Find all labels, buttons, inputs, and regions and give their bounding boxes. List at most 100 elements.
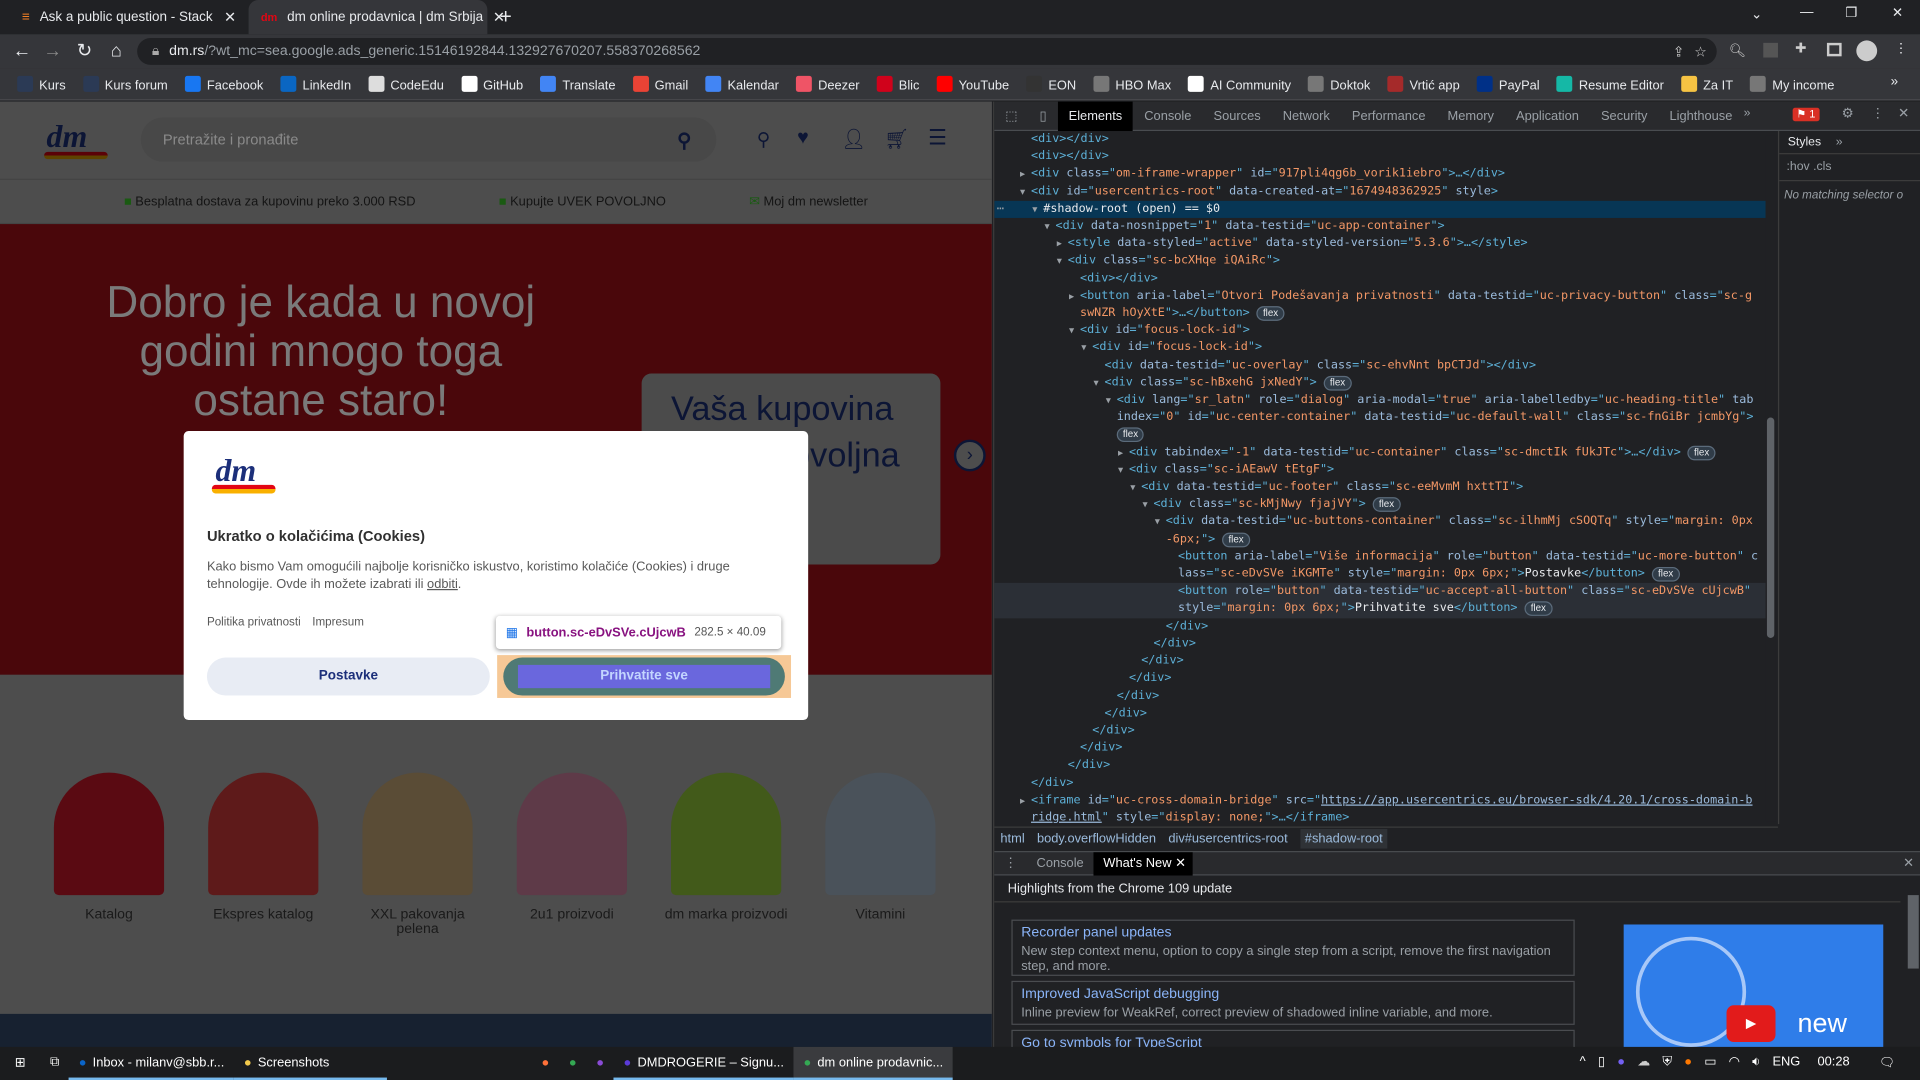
bookmark-item[interactable]: Kurs forum (82, 75, 168, 92)
dom-node[interactable]: <div></div> (994, 270, 1765, 287)
dom-node[interactable]: </div> (994, 653, 1765, 670)
language-indicator[interactable]: ENG (1772, 1054, 1800, 1070)
product-category[interactable]: Katalog (42, 772, 177, 922)
close-tab-icon[interactable]: ✕ (224, 9, 236, 26)
device-toolbar-icon[interactable]: ▯ (1028, 101, 1057, 130)
inspect-element-icon[interactable]: ⬚ (994, 101, 1028, 130)
bookmark-item[interactable]: CodeEdu (368, 75, 444, 92)
battery-icon[interactable]: ▭ (1704, 1054, 1716, 1070)
back-button[interactable]: ← (11, 40, 33, 62)
expanded-triangle-icon[interactable]: ▼ (1118, 461, 1123, 478)
bookmark-item[interactable]: AI Community (1188, 75, 1291, 92)
dom-node[interactable]: ▼ <div data-nosnippet="1" data-testid="uc… (994, 218, 1765, 235)
wifi-icon[interactable]: ◠ (1729, 1054, 1740, 1070)
bookmark-item[interactable]: My income (1750, 75, 1834, 92)
expanded-triangle-icon[interactable]: ▼ (1130, 479, 1135, 496)
flex-badge[interactable]: flex (1687, 445, 1716, 460)
close-drawer-icon[interactable]: ✕ (1903, 856, 1920, 871)
extensions-puzzle-icon[interactable]: ✚ (1795, 40, 1806, 57)
close-window-button[interactable]: ✕ (1892, 5, 1903, 21)
windows-start-icon[interactable]: ⊞ (0, 1047, 40, 1080)
dom-node[interactable]: <button aria-label="Više informacija" ro… (994, 548, 1765, 583)
devtools-tab-memory[interactable]: Memory (1437, 101, 1505, 130)
new-tab-button[interactable]: + (500, 5, 512, 29)
styles-filter[interactable]: :hov .cls (1779, 154, 1920, 182)
breadcrumb-item[interactable]: #shadow-root (1299, 828, 1388, 849)
search-icon[interactable]: ⚲ (677, 129, 691, 153)
clock[interactable]: 00:28 (1817, 1054, 1849, 1070)
user-icon[interactable]: 👤︎ (841, 127, 866, 151)
close-tab-icon[interactable]: ✕ (1175, 855, 1186, 870)
dom-node[interactable]: ▶ <iframe id="uc-cross-domain-bridge" src… (994, 792, 1765, 824)
taskbar-item[interactable]: ● dm online prodavnic... (793, 1046, 953, 1080)
more-tabs-icon[interactable]: » (1744, 107, 1751, 120)
dom-node[interactable]: <div></div> (994, 148, 1765, 165)
bookmark-item[interactable]: Doktok (1308, 75, 1370, 92)
carousel-next-button[interactable]: › (953, 439, 986, 472)
collapsed-triangle-icon[interactable]: ▶ (1057, 235, 1062, 252)
expanded-triangle-icon[interactable]: ▼ (1069, 322, 1074, 339)
bookmark-item[interactable]: LinkedIn (280, 75, 351, 92)
whats-new-video[interactable]: ▶ new (1623, 924, 1884, 1047)
cart-icon[interactable]: 🛒︎ (884, 127, 909, 151)
info-newsletter[interactable]: ✉ Moj dm newsletter (749, 194, 868, 209)
home-button[interactable]: ⌂ (105, 40, 127, 62)
bookmark-item[interactable]: Translate (540, 75, 615, 92)
dom-node[interactable]: </div> (994, 740, 1765, 757)
notifications-icon[interactable]: 🗨︎ (1879, 1054, 1895, 1071)
menu-kebab-icon[interactable]: ⋮ (1894, 40, 1907, 57)
drawer-tab-whats-new[interactable]: What's New ✕ (1093, 851, 1194, 875)
devtools-tab-elements[interactable]: Elements (1057, 101, 1134, 131)
more-panes-icon[interactable]: » (1836, 135, 1843, 148)
bookmark-item[interactable]: HBO Max (1093, 75, 1171, 92)
tab-stackoverflow[interactable]: ≡ Ask a public question - Stack Ove ✕ (10, 0, 249, 34)
bookmark-item[interactable]: Facebook (184, 75, 263, 92)
product-category[interactable]: 2u1 proizvodi (504, 772, 639, 922)
dom-node[interactable]: </div> (994, 705, 1765, 722)
dom-node[interactable]: <button role="button" data-testid="uc-ac… (994, 583, 1766, 618)
expanded-triangle-icon[interactable]: ▼ (1106, 392, 1111, 409)
dom-node[interactable]: ▼ <div lang="sr_latn" role="dialog" aria-… (994, 392, 1765, 444)
settings-gear-icon[interactable]: ⚙ (1842, 105, 1854, 122)
dom-node[interactable]: </div> (994, 618, 1765, 635)
dom-node[interactable]: <div data-testid="uc-overlay" class="sc-… (994, 357, 1765, 374)
side-panel-icon[interactable] (1826, 42, 1842, 57)
bookmark-item[interactable]: Kalendar (705, 75, 779, 92)
dom-node[interactable]: ⋯ ▼ #shadow-root (open) == $0 (994, 200, 1766, 218)
taskbar-item[interactable]: ● (559, 1047, 586, 1080)
search-input[interactable]: Pretražite i pronađite (140, 117, 717, 162)
avatar[interactable] (1856, 40, 1878, 62)
bookmark-star-icon[interactable]: ☆ (1694, 43, 1707, 60)
taskbar-item[interactable]: ● Inbox - milanv@sbb.r... (68, 1047, 235, 1080)
bookmark-item[interactable]: Deezer (796, 75, 860, 92)
styles-tab[interactable]: Styles (1788, 135, 1821, 148)
taskbar-item[interactable]: ● Screenshots (234, 1047, 388, 1080)
product-category[interactable]: Ekspres katalog (196, 772, 331, 922)
reload-button[interactable]: ↻ (73, 40, 95, 62)
bookmark-item[interactable]: PayPal (1476, 75, 1540, 92)
dom-node[interactable]: </div> (994, 722, 1765, 739)
dom-node[interactable]: ▼ <div id="usercentrics-root" data-create… (994, 183, 1765, 200)
expanded-triangle-icon[interactable]: ▼ (1020, 183, 1025, 200)
expanded-triangle-icon[interactable]: ▼ (1081, 340, 1086, 357)
bookmark-item[interactable]: Kurs (17, 75, 66, 92)
settings-button[interactable]: Postavke (206, 657, 490, 696)
dom-node[interactable]: ▼ <div class="sc-kMjNwy fjajVY"> flex (994, 496, 1765, 513)
web-page-dimmed-backdrop[interactable]: dm Pretražite i pronađite ⚲ ⚲ ♥ 👤︎ 🛒︎ ☰ … (0, 101, 992, 1047)
address-bar[interactable]: 🔒︎ dm.rs/?wt_mc=sea.google.ads_generic.1… (137, 37, 1717, 65)
restore-button[interactable]: ❐ (1845, 5, 1857, 21)
product-category[interactable]: Vitamini (813, 772, 948, 922)
bookmark-item[interactable]: Blic (876, 75, 919, 92)
dom-node[interactable]: ▶ <div tabindex="-1" data-testid="uc-cont… (994, 444, 1765, 461)
menu-icon[interactable]: ☰ (928, 126, 947, 150)
whats-new-scrollbar[interactable] (1907, 880, 1919, 1027)
viber-icon[interactable]: ● (1617, 1054, 1625, 1070)
dom-node[interactable]: <div></div> (994, 131, 1765, 148)
dom-node[interactable]: </div> (994, 688, 1765, 705)
devtools-tab-security[interactable]: Security (1590, 101, 1658, 130)
dom-tree[interactable]: <div></div> <div></div> ▶ <div class="om-if… (994, 131, 1766, 824)
expanded-triangle-icon[interactable]: ▼ (1142, 496, 1147, 513)
collapsed-triangle-icon[interactable]: ▶ (1069, 288, 1074, 305)
expanded-triangle-icon[interactable]: ▼ (1057, 253, 1062, 270)
bookmark-item[interactable]: Resume Editor (1556, 75, 1664, 92)
